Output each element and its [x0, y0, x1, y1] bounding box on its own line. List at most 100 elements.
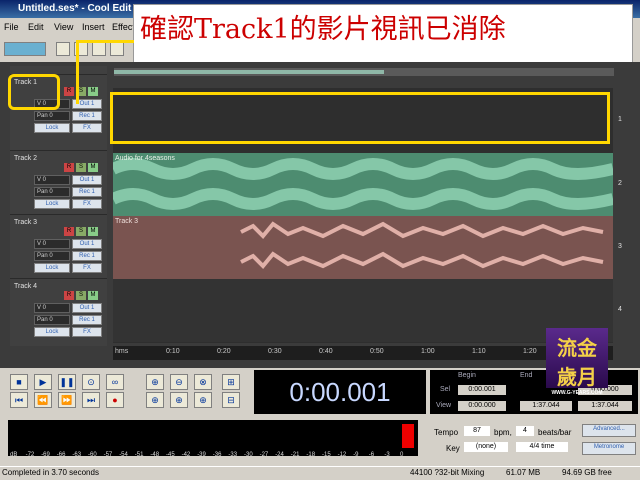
- new-file-icon[interactable]: [56, 42, 70, 56]
- ruler-tick: 0:30: [268, 348, 282, 355]
- status-format: 44100 ?32-bit Mixing: [410, 468, 485, 477]
- lock-button[interactable]: Lock: [34, 263, 70, 273]
- pan-field[interactable]: Pan 0: [34, 111, 70, 121]
- record-input-button[interactable]: Rec 1: [72, 187, 102, 197]
- db-tick: -72: [25, 452, 35, 458]
- menu-view[interactable]: View: [54, 22, 73, 32]
- pause-button[interactable]: ❚❚: [58, 374, 76, 390]
- go-to-start-button[interactable]: ⏮: [10, 392, 28, 408]
- menu-edit[interactable]: Edit: [28, 22, 44, 32]
- record-button[interactable]: ●: [106, 392, 124, 408]
- solo-button[interactable]: S: [76, 291, 86, 300]
- mute-button[interactable]: M: [88, 291, 98, 300]
- pan-field[interactable]: Pan 0: [34, 187, 70, 197]
- track-3-waveform: [240, 221, 604, 269]
- go-to-end-button[interactable]: ⏭: [82, 392, 100, 408]
- lock-button[interactable]: Lock: [34, 123, 70, 133]
- track-number-3: 3: [618, 243, 622, 250]
- tempo-field[interactable]: 87: [464, 426, 490, 436]
- output-button[interactable]: Out 1: [72, 175, 102, 185]
- pan-field[interactable]: Pan 0: [34, 315, 70, 325]
- fx-button[interactable]: FX: [72, 123, 102, 133]
- view-end-field[interactable]: 1:37.044: [520, 401, 572, 411]
- overview-bar[interactable]: [114, 68, 614, 76]
- menu-insert[interactable]: Insert: [82, 22, 105, 32]
- track-2-lane[interactable]: Audio for 4seasons: [113, 153, 613, 216]
- time-ruler[interactable]: hms 0:10 0:20 0:30 0:40 0:50 1:00 1:10 1:20: [113, 346, 613, 360]
- zoom-in-vertical-icon[interactable]: ⊞: [222, 374, 240, 390]
- zoom-out-vertical-icon[interactable]: ⊟: [222, 392, 240, 408]
- record-input-button[interactable]: Rec 1: [72, 251, 102, 261]
- menu-file[interactable]: File: [4, 22, 19, 32]
- record-input-button[interactable]: Rec 1: [72, 315, 102, 325]
- mute-button[interactable]: M: [88, 163, 98, 172]
- lock-button[interactable]: Lock: [34, 199, 70, 209]
- stop-button[interactable]: ■: [10, 374, 28, 390]
- volume-field[interactable]: V 0: [34, 239, 70, 249]
- track-2-controls: Track 2 RSM V 0 Out 1 Pan 0 Rec 1 Lock FX: [10, 150, 107, 213]
- track-name[interactable]: Track 2: [14, 155, 37, 162]
- db-tick: 0: [400, 452, 404, 458]
- view-begin-field[interactable]: 0:00.000: [458, 401, 506, 411]
- db-tick: -12: [337, 452, 347, 458]
- time-display: 0:00.001: [254, 370, 426, 414]
- lock-icon[interactable]: [92, 42, 106, 56]
- record-arm-button[interactable]: R: [64, 163, 74, 172]
- fx-button[interactable]: FX: [72, 327, 102, 337]
- volume-field[interactable]: V 0: [34, 175, 70, 185]
- record-arm-button[interactable]: R: [64, 227, 74, 236]
- time-signature-select[interactable]: 4/4 time: [516, 442, 568, 452]
- zoom-full-icon[interactable]: ⊗: [194, 374, 212, 390]
- track-3-lane[interactable]: Track 3: [113, 216, 613, 279]
- view-length-field[interactable]: 1:37.044: [578, 401, 632, 411]
- db-tick: dB: [10, 452, 18, 458]
- track-name[interactable]: Track 4: [14, 283, 37, 290]
- pan-field[interactable]: Pan 0: [34, 251, 70, 261]
- record-input-button[interactable]: Rec 1: [72, 111, 102, 121]
- solo-button[interactable]: S: [76, 227, 86, 236]
- logo-url: WWW.G-YEARS.COM: [551, 390, 603, 396]
- track-name[interactable]: Track 3: [14, 219, 37, 226]
- zoom-selection-icon[interactable]: ⊕: [194, 392, 212, 408]
- track-number-1: 1: [618, 116, 622, 123]
- play-to-end-button[interactable]: ⊙: [82, 374, 100, 390]
- fx-button[interactable]: FX: [72, 263, 102, 273]
- track-4-lane[interactable]: [113, 279, 613, 342]
- zoom-in-horizontal-icon[interactable]: ⊕: [146, 374, 164, 390]
- logo-line2: 歲月: [557, 367, 597, 389]
- status-size: 61.07 MB: [506, 468, 541, 477]
- zoom-out-horizontal-icon[interactable]: ⊖: [170, 374, 188, 390]
- end-label: End: [520, 372, 533, 379]
- fx-button[interactable]: FX: [72, 199, 102, 209]
- advanced-button[interactable]: Advanced...: [582, 424, 636, 437]
- play-button[interactable]: ▶: [34, 374, 52, 390]
- loop-button[interactable]: ∞: [106, 374, 124, 390]
- logo-line1: 流金: [557, 338, 597, 360]
- level-meter: [8, 420, 418, 456]
- mute-button[interactable]: M: [88, 227, 98, 236]
- record-arm-button[interactable]: R: [64, 87, 74, 96]
- fast-forward-button[interactable]: ⏩: [58, 392, 76, 408]
- save-icon[interactable]: [110, 42, 124, 56]
- mute-button[interactable]: M: [88, 87, 98, 96]
- rewind-button[interactable]: ⏪: [34, 392, 52, 408]
- solo-button[interactable]: S: [76, 163, 86, 172]
- sel-begin-field[interactable]: 0:00.001: [458, 385, 506, 395]
- key-select[interactable]: (none): [464, 442, 508, 452]
- track-1-highlight: [110, 92, 610, 144]
- track-3-controls: Track 3 RSM V 0 Out 1 Pan 0 Rec 1 Lock FX: [10, 214, 107, 277]
- beats-label: beats/bar: [538, 428, 572, 437]
- beats-field[interactable]: 4: [516, 426, 534, 436]
- record-arm-button[interactable]: R: [64, 291, 74, 300]
- zoom-left-icon[interactable]: ⊕: [146, 392, 164, 408]
- db-tick: -21: [290, 452, 300, 458]
- volume-field[interactable]: V 0: [34, 303, 70, 313]
- db-tick: -51: [134, 452, 144, 458]
- output-button[interactable]: Out 1: [72, 303, 102, 313]
- status-bar: Completed in 3.70 seconds 44100 ?32-bit …: [0, 466, 640, 480]
- metronome-button[interactable]: Metronome: [582, 442, 636, 455]
- output-button[interactable]: Out 1: [72, 239, 102, 249]
- lock-button[interactable]: Lock: [34, 327, 70, 337]
- view-toggle-button[interactable]: [4, 42, 46, 56]
- zoom-right-icon[interactable]: ⊕: [170, 392, 188, 408]
